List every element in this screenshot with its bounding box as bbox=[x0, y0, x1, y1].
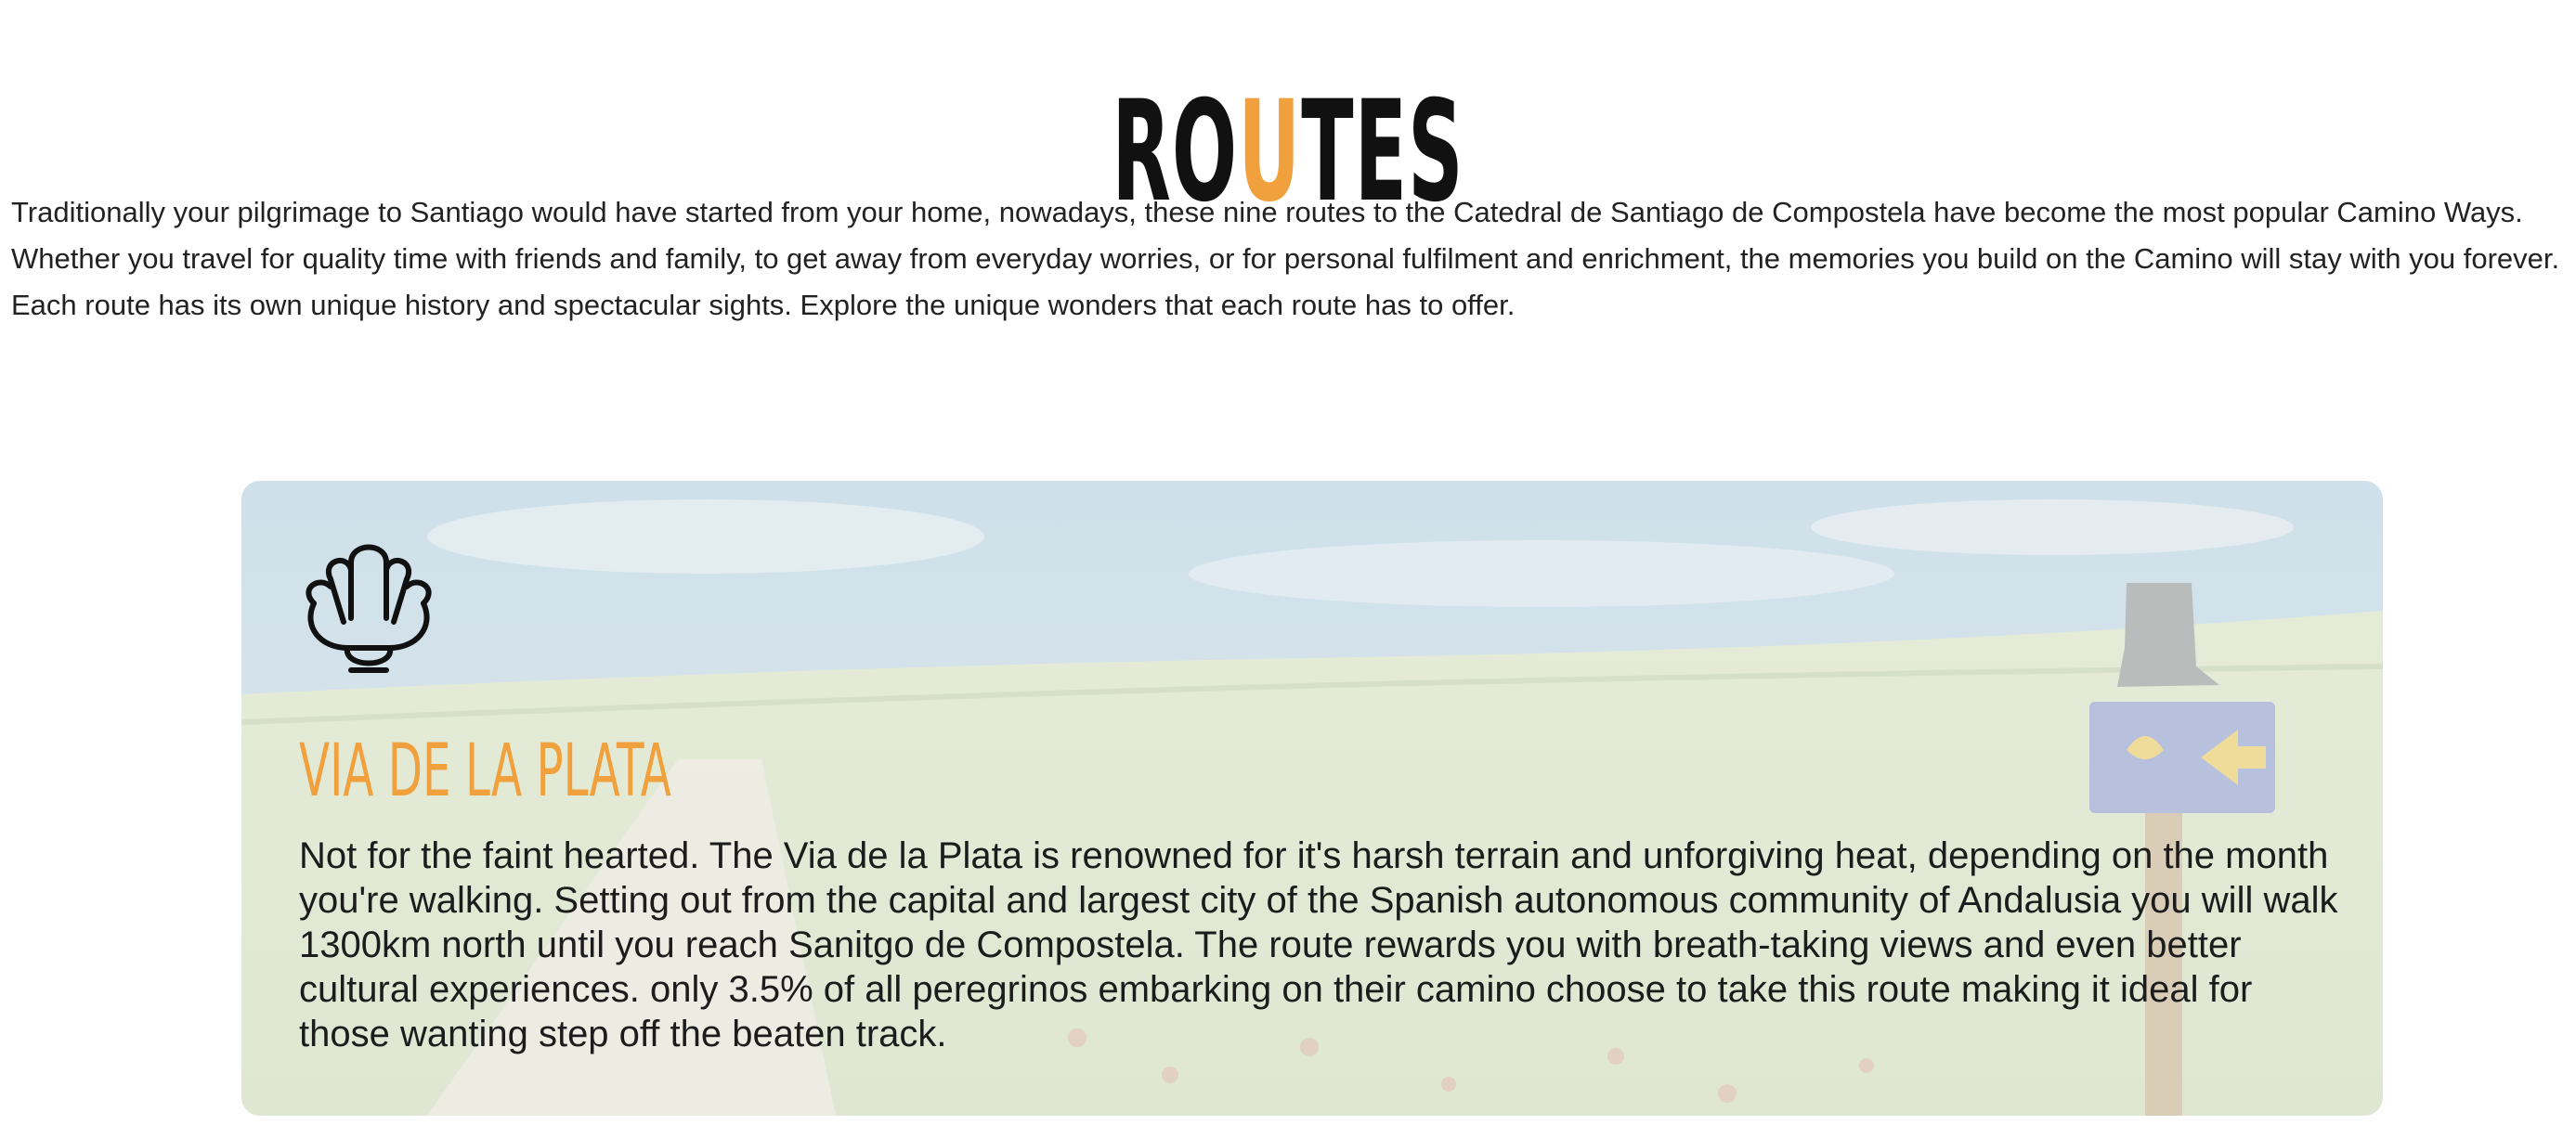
route-description: Not for the faint hearted. The Via de la… bbox=[299, 835, 2338, 1054]
scallop-shell-icon bbox=[306, 544, 432, 673]
route-card-via-de-la-plata[interactable]: VIA DE LA PLATA Not for the faint hearte… bbox=[241, 481, 2383, 1116]
route-title[interactable]: VIA DE LA PLATA bbox=[299, 730, 671, 813]
intro-paragraph: Traditionally your pilgrimage to Santiag… bbox=[11, 196, 2560, 321]
